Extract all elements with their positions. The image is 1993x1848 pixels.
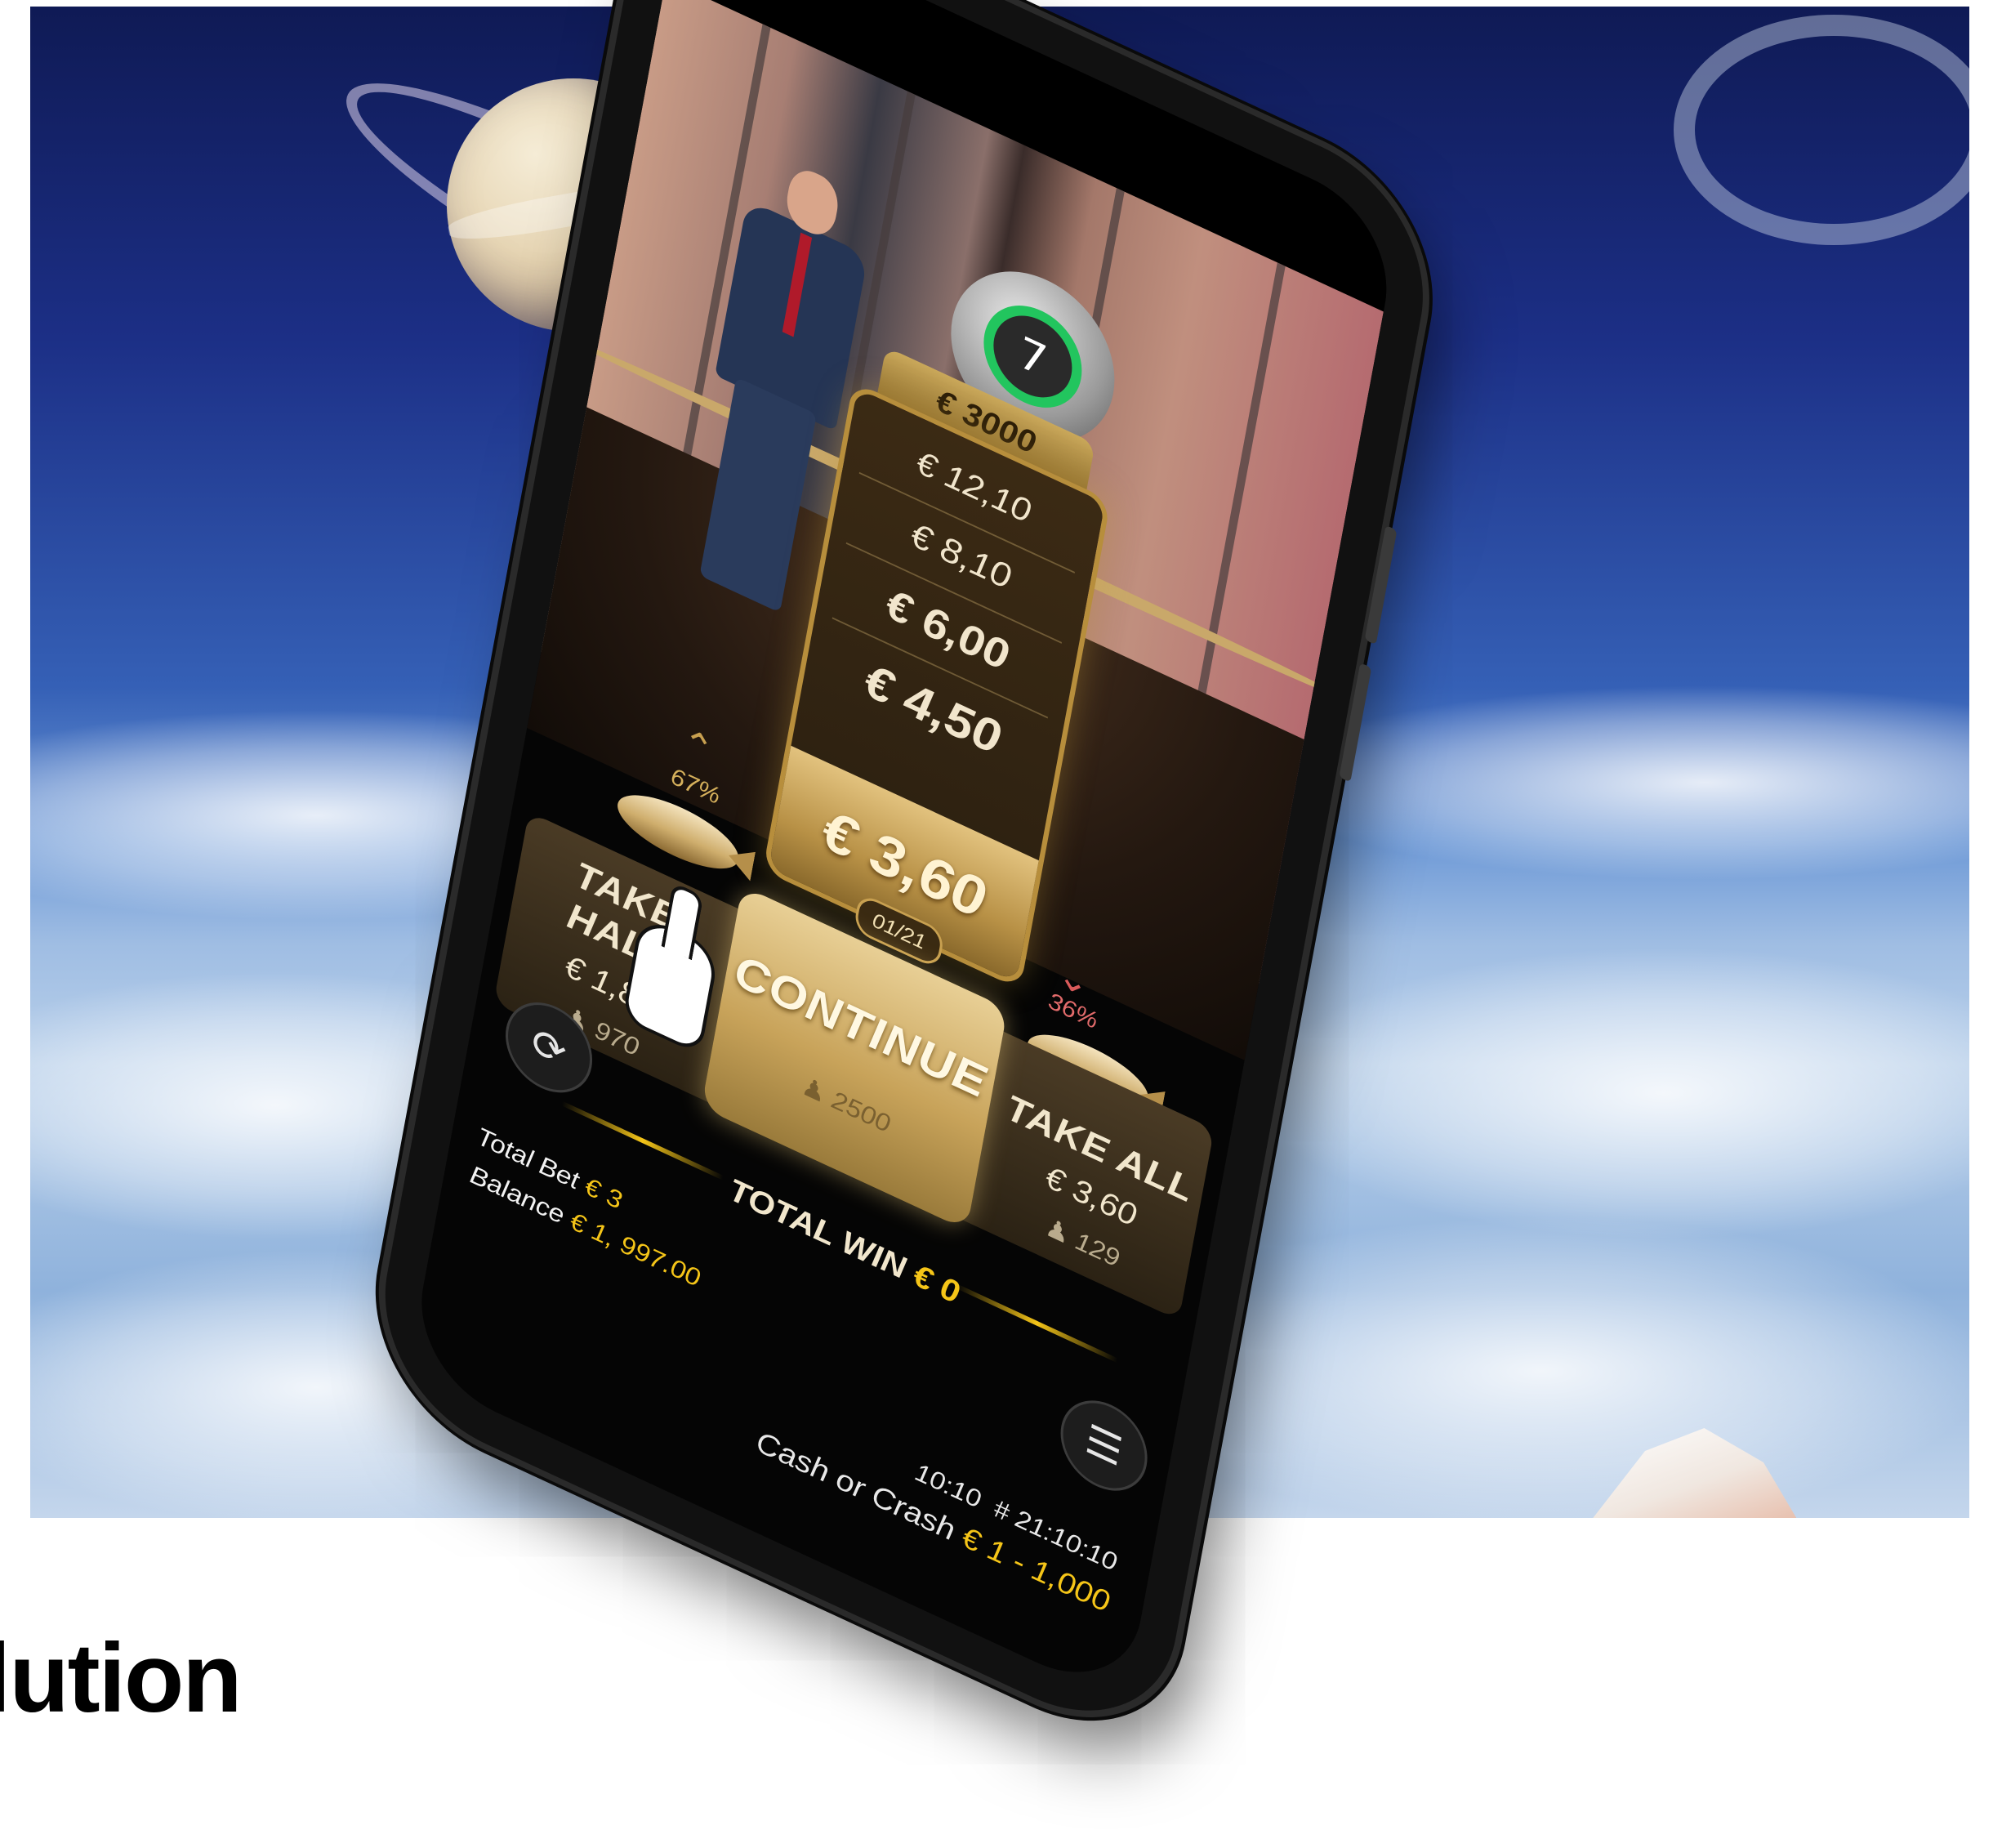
phone-mockup: 7 € 3000 € 12,10 € 8,10 € 6,00 € 4,50 € … (187, 0, 1536, 1848)
side-button (1364, 524, 1398, 645)
phone-screen: 7 € 3000 € 12,10 € 8,10 € 6,00 € 4,50 € … (408, 0, 1401, 1704)
glow-divider (561, 1100, 724, 1181)
total-bet-value: € 3 (582, 1171, 624, 1216)
space-station-ring (1674, 15, 1969, 245)
person-icon: ♟ (799, 1070, 828, 1109)
phone-body: 7 € 3000 € 12,10 € 8,10 € 6,00 € 4,50 € … (366, 0, 1442, 1754)
presenter-legs (699, 377, 817, 614)
continue-label: CONTINUE (730, 943, 991, 1109)
take-all-button[interactable]: TAKE ALL € 3,60 ♟ 129 (968, 1035, 1213, 1365)
side-button (1339, 663, 1372, 783)
brand-logo-text: lution (0, 1623, 243, 1733)
balance-value: € 1, 997.00 (568, 1205, 702, 1293)
total-win-value: € 0 (911, 1257, 962, 1312)
take-all-player-count: 129 (1073, 1225, 1121, 1274)
hamburger-menu-icon[interactable]: ☰ (1054, 1385, 1154, 1507)
person-icon: ♟ (1043, 1212, 1072, 1250)
continue-player-count: 2500 (829, 1084, 893, 1139)
